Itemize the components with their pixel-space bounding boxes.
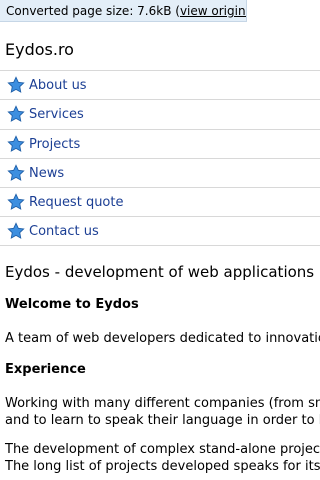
conversion-banner: Converted page size: 7.6kB (view origina…: [0, 0, 247, 22]
nav-item-services[interactable]: Services: [0, 99, 320, 128]
nav-link-contact-us[interactable]: Contact us: [29, 223, 99, 241]
nav-link-news[interactable]: News: [29, 165, 64, 183]
section-title-welcome: Welcome to Eydos: [5, 297, 139, 312]
nav-link-about-us[interactable]: About us: [29, 77, 87, 95]
section-text-projects-line-1: The development of complex stand-alone p…: [5, 442, 320, 457]
star-icon: [7, 222, 25, 240]
view-original-link[interactable]: view original: [180, 4, 246, 18]
main-nav: About us Services Projects News Request …: [0, 70, 320, 246]
nav-link-projects[interactable]: Projects: [29, 136, 80, 154]
star-icon: [7, 164, 25, 181]
nav-item-news[interactable]: News: [0, 157, 320, 187]
section-text-experience-line-1: Working with many different companies (f…: [5, 396, 320, 411]
nav-link-services[interactable]: Services: [29, 106, 84, 124]
section-title-experience: Experience: [5, 362, 86, 377]
section-text-projects-line-2: The long list of projects developed spea…: [5, 459, 320, 474]
page: Converted page size: 7.6kB (view origina…: [0, 0, 320, 480]
nav-item-contact-us[interactable]: Contact us: [0, 216, 320, 246]
nav-link-request-quote[interactable]: Request quote: [29, 194, 123, 212]
star-icon: [7, 134, 25, 152]
site-title: Eydos.ro: [5, 40, 74, 59]
banner-text: Converted page size: 7.6kB (: [6, 4, 180, 18]
nav-item-about-us[interactable]: About us: [0, 70, 320, 99]
section-text-experience-line-2: and to learn to speak their language in …: [5, 413, 320, 428]
star-icon: [7, 105, 25, 123]
nav-item-request-quote[interactable]: Request quote: [0, 187, 320, 216]
star-icon: [7, 76, 25, 93]
nav-item-projects[interactable]: Projects: [0, 128, 320, 158]
page-heading: Eydos - development of web applications: [5, 263, 315, 281]
star-icon: [7, 193, 25, 211]
section-text-welcome-line-1: A team of web developers dedicated to in…: [5, 331, 320, 346]
